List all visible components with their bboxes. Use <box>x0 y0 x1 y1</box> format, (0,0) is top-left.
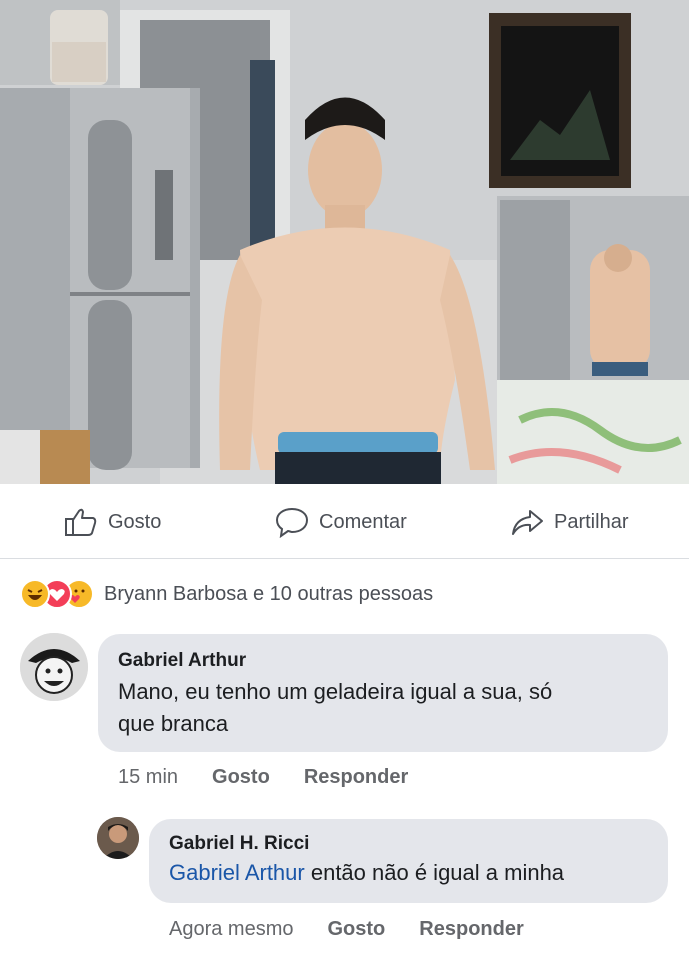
reply-text: Gabriel Arthur então não é igual a minha <box>169 857 659 889</box>
comment-time[interactable]: 15 min <box>118 766 178 789</box>
post-action-bar: Gosto Comentar Partilhar <box>0 484 689 559</box>
reply-like-button[interactable]: Gosto <box>328 918 386 941</box>
comment-meta: 15 min Gosto Responder <box>118 766 442 789</box>
post-photo[interactable] <box>0 0 689 484</box>
comment-like-button[interactable]: Gosto <box>212 766 270 789</box>
comment-author[interactable]: Gabriel Arthur <box>118 650 658 672</box>
avatar[interactable] <box>20 633 88 701</box>
reply-text-body: então não é igual a minha <box>304 860 565 885</box>
reaction-summary-text: Bryann Barbosa e 10 outras pessoas <box>104 582 434 605</box>
reaction-summary[interactable]: Bryann Barbosa e 10 outras pessoas <box>20 578 433 610</box>
reply-meta: Agora mesmo Gosto Responder <box>169 918 558 941</box>
reply-avatar-illustration <box>97 817 139 859</box>
reply-time[interactable]: Agora mesmo <box>169 918 294 941</box>
share-button[interactable]: Partilhar <box>510 506 628 538</box>
comment-text-line1: Mano, eu tenho um geladeira igual a sua,… <box>118 679 553 704</box>
commenter-avatar-illustration <box>20 633 88 701</box>
like-button[interactable]: Gosto <box>64 506 161 538</box>
share-label: Partilhar <box>554 510 629 533</box>
share-arrow-icon <box>512 510 543 535</box>
reply-bubble[interactable]: Gabriel H. Ricci Gabriel Arthur então nã… <box>149 819 668 903</box>
thumbs-up-icon <box>65 508 97 536</box>
photo-illustration <box>0 0 689 484</box>
comment-reply-button[interactable]: Responder <box>304 766 408 789</box>
avatar[interactable] <box>97 817 139 859</box>
laugh-reaction-icon <box>20 579 50 609</box>
comment-text: Mano, eu tenho um geladeira igual a sua,… <box>118 676 658 740</box>
comment-bubble[interactable]: Gabriel Arthur Mano, eu tenho um geladei… <box>98 634 668 752</box>
like-label: Gosto <box>108 510 162 533</box>
comment-text-line2: que branca <box>118 711 229 736</box>
comment-button[interactable]: Comentar <box>275 506 407 538</box>
mention-link[interactable]: Gabriel Arthur <box>169 860 305 885</box>
reply-reply-button[interactable]: Responder <box>419 918 523 941</box>
speech-bubble-icon <box>275 507 309 538</box>
reply-author[interactable]: Gabriel H. Ricci <box>169 833 659 855</box>
comment-label: Comentar <box>319 510 407 533</box>
